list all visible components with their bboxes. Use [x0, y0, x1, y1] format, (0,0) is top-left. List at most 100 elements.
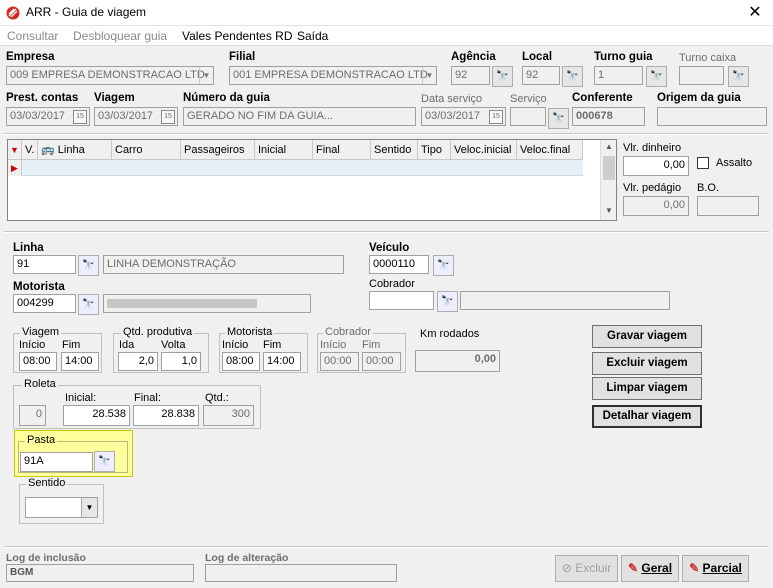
qtd-produtiva-title: Qtd. produtiva: [121, 326, 195, 338]
scroll-up-icon[interactable]: ▲: [601, 142, 617, 151]
pen-icon: ✎: [627, 561, 639, 575]
local-field[interactable]: 92: [522, 66, 560, 85]
filial-select[interactable]: 001 EMPRESA DEMONSTRACAO LTD ▼: [229, 66, 437, 85]
col-header-v[interactable]: V.: [22, 140, 38, 160]
table-row[interactable]: [22, 160, 583, 176]
menu-vales-pendentes[interactable]: Vales Pendentes RD: [182, 29, 293, 43]
limpar-viagem-button[interactable]: Limpar viagem: [592, 377, 702, 400]
linha-search-icon[interactable]: 🔭: [78, 255, 99, 276]
prest-contas-date[interactable]: 03/03/2017 15: [6, 107, 90, 126]
col-header-passageiros[interactable]: Passageiros: [181, 140, 255, 160]
viagem-inicio-field[interactable]: 08:00: [19, 352, 57, 371]
roleta-group-title: Roleta: [22, 378, 58, 390]
motorista-inicio-field[interactable]: 08:00: [222, 352, 260, 371]
log-inclusao-field: BGM: [6, 564, 194, 582]
row-pointer-icon: ▶: [8, 160, 22, 176]
sentido-select[interactable]: ▼: [25, 497, 98, 518]
motorista-search-icon[interactable]: 🔭: [78, 294, 99, 315]
col-header-final[interactable]: Final: [313, 140, 371, 160]
assalto-checkbox[interactable]: [697, 157, 709, 169]
ida-label: Ida: [119, 339, 135, 351]
volta-field[interactable]: 1,0: [161, 352, 201, 371]
agencia-field[interactable]: 92: [451, 66, 490, 85]
calendar-icon[interactable]: 15: [489, 110, 503, 124]
turno-caixa-field[interactable]: [679, 66, 724, 85]
bo-field[interactable]: [697, 196, 759, 216]
title-bar: ARR - Guia de viagem ✕: [0, 0, 773, 26]
divider: [4, 231, 769, 233]
motorista-fim-field[interactable]: 14:00: [263, 352, 301, 371]
servico-field[interactable]: [510, 107, 546, 126]
roleta-qtd-label: Qtd.:: [205, 392, 229, 404]
vlr-pedagio-field[interactable]: 0,00: [623, 196, 689, 216]
col-header-veloc-final[interactable]: Veloc.final: [517, 140, 583, 160]
excluir-viagem-button[interactable]: Excluir viagem: [592, 352, 702, 375]
vertical-scrollbar[interactable]: ▲ ▼: [600, 140, 616, 220]
geral-button[interactable]: ✎ Geral: [621, 555, 679, 582]
viagem-date[interactable]: 03/03/2017 15: [94, 107, 178, 126]
turno-guia-search-icon[interactable]: 🔭: [646, 66, 667, 87]
log-alteracao-label: Log de alteração: [205, 552, 289, 564]
servico-search-icon[interactable]: 🔭: [548, 108, 569, 129]
col-header-sentido[interactable]: Sentido: [371, 140, 418, 160]
divider: [4, 546, 769, 548]
col-header-inicial[interactable]: Inicial: [255, 140, 313, 160]
roleta-number-field[interactable]: 0: [19, 405, 46, 426]
menu-desbloquear-guia[interactable]: Desbloquear guia: [73, 29, 167, 43]
scroll-down-icon[interactable]: ▼: [601, 206, 617, 215]
detalhar-viagem-button[interactable]: Detalhar viagem: [592, 405, 702, 428]
empresa-select[interactable]: 009 EMPRESA DEMONSTRACAO LTD ▼: [6, 66, 214, 85]
col-header-linha[interactable]: 🚌 Linha: [38, 140, 112, 160]
menu-saida[interactable]: Saída: [297, 29, 328, 43]
calendar-icon[interactable]: 15: [161, 110, 175, 124]
roleta-inicial-label: Inicial:: [65, 392, 97, 404]
cobrador-search-icon[interactable]: 🔭: [437, 291, 458, 312]
veiculo-field[interactable]: 0000110: [369, 255, 429, 274]
linha-label: Linha: [13, 242, 44, 254]
volta-label: Volta: [161, 339, 186, 351]
vlr-pedagio-label: Vlr. pedágio: [623, 182, 682, 194]
viagem-fim-field[interactable]: 14:00: [61, 352, 99, 371]
ida-field[interactable]: 2,0: [118, 352, 158, 371]
col-header-veloc-inicial[interactable]: Veloc.inicial: [451, 140, 517, 160]
menu-consultar[interactable]: Consultar: [7, 29, 58, 43]
gravar-viagem-button[interactable]: Gravar viagem: [592, 325, 702, 348]
pasta-field[interactable]: 91A: [20, 452, 93, 472]
turno-caixa-label: Turno caixa: [679, 52, 737, 64]
local-search-icon[interactable]: 🔭: [562, 66, 583, 87]
delete-icon: ⊘: [561, 561, 572, 575]
turno-guia-field[interactable]: 1: [594, 66, 643, 85]
roleta-final-field[interactable]: 28.838: [133, 405, 199, 426]
roleta-final-label: Final:: [134, 392, 161, 404]
agencia-search-icon[interactable]: 🔭: [492, 66, 513, 87]
vlr-dinheiro-label: Vlr. dinheiro: [623, 142, 682, 154]
trips-grid[interactable]: ▼ V. 🚌 Linha Carro Passageiros Inicial F…: [7, 139, 617, 221]
data-servico-label: Data serviço: [421, 93, 483, 105]
data-servico-date[interactable]: 03/03/2017 15: [421, 107, 506, 126]
cobrador-inicio-field[interactable]: 00:00: [320, 352, 359, 371]
veiculo-search-icon[interactable]: 🔭: [433, 255, 454, 276]
parcial-button[interactable]: ✎ Parcial: [682, 555, 749, 582]
calendar-icon[interactable]: 15: [73, 110, 87, 124]
vlr-dinheiro-field[interactable]: 0,00: [623, 156, 689, 176]
excluir-button[interactable]: ⊘ Excluir: [555, 555, 618, 582]
turno-caixa-search-icon[interactable]: 🔭: [728, 66, 749, 87]
pasta-search-icon[interactable]: 🔭: [94, 451, 115, 472]
numero-guia-field[interactable]: GERADO NO FIM DA GUIA...: [183, 107, 416, 126]
col-header-carro[interactable]: Carro: [112, 140, 181, 160]
scroll-thumb[interactable]: [603, 156, 615, 180]
cobrador-field[interactable]: [369, 291, 434, 310]
chevron-down-icon: ▼: [199, 67, 213, 84]
cobrador-fim-field[interactable]: 00:00: [362, 352, 401, 371]
km-rodados-field: 0,00: [415, 350, 500, 372]
linha-field[interactable]: 91: [13, 255, 76, 274]
close-window-button[interactable]: ✕: [740, 2, 770, 24]
empresa-label: Empresa: [6, 51, 55, 63]
roleta-inicial-field[interactable]: 28.538: [63, 405, 130, 426]
viagem-inicio-label: Início: [19, 339, 46, 351]
col-header-tipo[interactable]: Tipo: [418, 140, 451, 160]
cobrador-nome-field: [460, 291, 670, 310]
motorista-field[interactable]: 004299: [13, 294, 76, 313]
linha-descricao-field: LINHA DEMONSTRAÇÃO: [103, 255, 344, 274]
pen-icon: ✎: [689, 561, 700, 575]
